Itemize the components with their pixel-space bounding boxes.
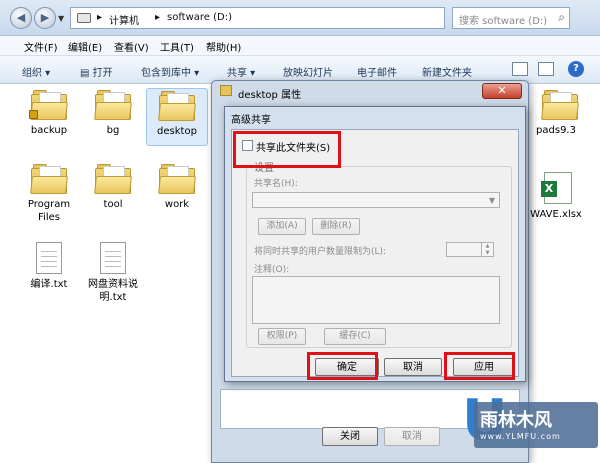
- comment-label: 注释(O):: [254, 265, 290, 275]
- forward-button[interactable]: ▶: [34, 7, 56, 29]
- address-toolbar: ◀ ▶ ▼ ▸ 计算机 ▸ software (D:) ⟳ 搜索 softwar…: [0, 0, 600, 36]
- properties-close-button[interactable]: 关闭: [322, 427, 378, 446]
- item-label: Program Files: [27, 199, 71, 223]
- folder-icon: [29, 90, 68, 120]
- item-program-files[interactable]: Program Files: [18, 164, 80, 224]
- spin-up-icon[interactable]: ▲: [481, 243, 493, 250]
- crumb-separator-icon: ▸: [97, 12, 103, 23]
- menu-tools[interactable]: 工具(T): [160, 39, 194, 54]
- item-label: tool: [103, 199, 123, 210]
- search-icon: ⌕: [558, 10, 565, 24]
- organize-button[interactable]: 组织 ▾: [22, 64, 50, 79]
- item-work[interactable]: work: [146, 164, 208, 211]
- open-icon: ▤: [80, 68, 90, 79]
- item-wave-xlsx[interactable]: X WAVE.xlsx: [528, 172, 584, 221]
- email-button[interactable]: 电子邮件: [357, 64, 397, 79]
- permissions-button[interactable]: 权限(P): [258, 328, 306, 345]
- text-file-icon: [100, 242, 126, 274]
- help-icon[interactable]: ?: [568, 61, 584, 77]
- folder-icon: [158, 164, 196, 194]
- item-netdisk-readme-txt[interactable]: 网盘资料说明.txt: [82, 242, 144, 304]
- item-label: WAVE.xlsx: [530, 209, 582, 220]
- crumb-drive[interactable]: software (D:): [167, 12, 232, 23]
- highlight-apply-button: [444, 352, 515, 380]
- item-label: bg: [106, 125, 120, 136]
- item-pads93[interactable]: pads9.3: [528, 90, 584, 137]
- remove-button[interactable]: 删除(R): [312, 218, 360, 235]
- folder-icon: [30, 164, 68, 194]
- properties-titlebar[interactable]: desktop 属性 ✕: [212, 81, 528, 103]
- menu-bar: 文件(F) 编辑(E) 查看(V) 工具(T) 帮助(H): [0, 36, 600, 56]
- include-in-library-button[interactable]: 包含到库中 ▾: [141, 64, 199, 79]
- drive-icon: [77, 13, 91, 23]
- item-label: backup: [30, 125, 68, 136]
- watermark-box: 雨林木风 www.YLMFU.com: [474, 402, 598, 448]
- watermark-logo: U 雨林木风 www.YLMFU.com: [462, 388, 600, 463]
- item-label: desktop: [157, 126, 197, 137]
- open-label: 打开: [92, 68, 113, 79]
- add-button[interactable]: 添加(A): [258, 218, 306, 235]
- excel-file-icon: X: [541, 172, 572, 204]
- menu-edit[interactable]: 编辑(E): [68, 39, 102, 54]
- item-compile-txt[interactable]: 编译.txt: [18, 242, 80, 291]
- folder-icon: [94, 164, 132, 194]
- item-label: pads9.3: [536, 125, 576, 136]
- share-button[interactable]: 共享 ▾: [227, 64, 255, 79]
- address-field[interactable]: ▸ 计算机 ▸ software (D:) ⟳: [70, 7, 507, 29]
- preview-pane-icon[interactable]: [538, 62, 554, 76]
- item-desktop[interactable]: desktop: [146, 88, 208, 146]
- item-bg[interactable]: bg: [82, 90, 144, 137]
- slideshow-button[interactable]: 放映幻灯片: [283, 64, 333, 79]
- folder-icon: [94, 90, 132, 120]
- caching-button[interactable]: 缓存(C): [324, 328, 386, 345]
- folder-icon: [541, 90, 579, 120]
- watermark-line2: www.YLMFU.com: [480, 432, 561, 441]
- chevron-down-icon: ▼: [488, 196, 495, 205]
- menu-help[interactable]: 帮助(H): [206, 39, 241, 54]
- crumb-separator-icon: ▸: [155, 12, 161, 23]
- search-field[interactable]: 搜索 software (D:) ⌕: [452, 7, 570, 29]
- forward-arrow-icon: ▶: [40, 11, 50, 24]
- search-placeholder: 搜索 software (D:): [459, 16, 548, 27]
- history-dropdown-icon[interactable]: ▼: [58, 14, 64, 23]
- highlight-ok-button: [307, 352, 378, 380]
- item-label: 编译.txt: [30, 279, 68, 290]
- item-label: work: [164, 199, 190, 210]
- menu-file[interactable]: 文件(F): [24, 39, 58, 54]
- close-icon[interactable]: ✕: [482, 83, 522, 99]
- view-options-icon[interactable]: [512, 62, 528, 76]
- lock-icon: [29, 110, 38, 119]
- crumb-computer[interactable]: 计算机: [109, 12, 139, 27]
- advanced-cancel-button[interactable]: 取消: [384, 358, 442, 376]
- folder-icon: [220, 85, 232, 96]
- share-name-label: 共享名(H):: [254, 179, 298, 189]
- text-file-icon: [36, 242, 62, 274]
- highlight-share-checkbox: [233, 131, 341, 168]
- properties-title: desktop 属性: [238, 90, 302, 101]
- open-button[interactable]: ▤ 打开: [80, 64, 113, 79]
- user-limit-label: 将同时共享的用户数量限制为(L):: [254, 247, 387, 257]
- comment-textarea[interactable]: [252, 276, 500, 324]
- new-folder-button[interactable]: 新建文件夹: [422, 64, 472, 79]
- back-arrow-icon: ◀: [16, 11, 26, 24]
- spin-down-icon[interactable]: ▼: [481, 250, 493, 257]
- properties-cancel-button[interactable]: 取消: [384, 427, 440, 446]
- user-limit-spinner[interactable]: ▲ ▼: [446, 242, 494, 257]
- item-backup[interactable]: backup: [18, 90, 80, 137]
- item-tool[interactable]: tool: [82, 164, 144, 211]
- share-name-combo[interactable]: ▼: [252, 192, 500, 208]
- watermark-line1: 雨林木风: [480, 410, 552, 431]
- advanced-sharing-title: 高级共享: [231, 115, 271, 126]
- menu-view[interactable]: 查看(V): [114, 39, 149, 54]
- back-button[interactable]: ◀: [10, 7, 32, 29]
- folder-icon: [158, 91, 196, 121]
- item-label: 网盘资料说明.txt: [88, 279, 138, 303]
